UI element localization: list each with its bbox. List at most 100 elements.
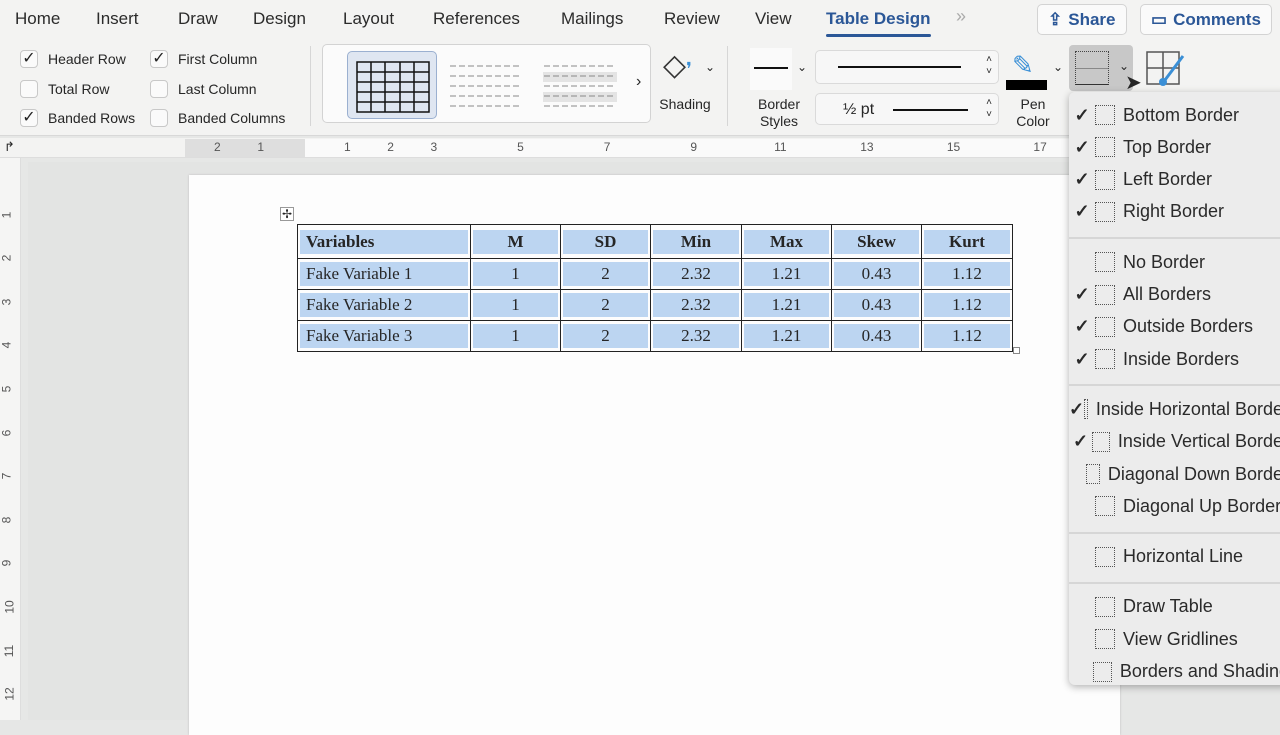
table-cell[interactable]: Skew [831, 224, 922, 259]
checkmark-icon: ✓ [1072, 431, 1089, 452]
cell-text: SD [563, 229, 648, 254]
menu-item-horizontal-line[interactable]: Horizontal Line [1069, 542, 1280, 572]
table-cell[interactable]: Variables [297, 224, 471, 259]
tab-home[interactable]: Home [15, 9, 60, 29]
table-cell[interactable]: Fake Variable 1 [297, 258, 471, 290]
shading-icon[interactable]: ◇❜ [663, 48, 692, 83]
table-cell[interactable]: Min [650, 224, 742, 259]
table-style-plain[interactable] [441, 51, 531, 119]
checkbox-label: Banded Columns [178, 110, 286, 126]
pen-color-button[interactable]: ✎ [1006, 50, 1048, 90]
pen-color-label: Pen Color [1016, 96, 1050, 129]
checkbox-total-row[interactable]: Total Row [20, 80, 109, 98]
menu-item-view-gridlines[interactable]: View Gridlines [1069, 624, 1280, 654]
cell-text: 2 [563, 293, 648, 317]
tab-draw[interactable]: Draw [178, 9, 218, 29]
checkbox-label: Total Row [48, 81, 110, 97]
tab-review[interactable]: Review [664, 9, 720, 29]
vertical-ruler[interactable]: 1 2 3 4 5 6 7 8 9 10 11 12 [0, 158, 21, 720]
table-cell[interactable]: Fake Variable 2 [297, 289, 471, 321]
checkbox-first-column[interactable]: ✓ First Column [150, 50, 257, 68]
menu-item-diagonal-up-border[interactable]: Diagonal Up Border [1069, 491, 1280, 521]
checkbox-banded-rows[interactable]: ✓ Banded Rows [20, 109, 135, 127]
tab-view[interactable]: View [755, 9, 792, 29]
table-cell[interactable]: 1.12 [921, 258, 1013, 290]
checkbox-banded-columns[interactable]: Banded Columns [150, 109, 285, 127]
tab-stop-icon[interactable]: ↱ [4, 139, 15, 155]
table-cell[interactable]: Max [741, 224, 832, 259]
data-table[interactable]: Variables M SD Min Max Skew Kurt Fake Variable … [297, 224, 1013, 352]
menu-item-top-border[interactable]: ✓ Top Border [1069, 132, 1280, 162]
table-cell[interactable]: 2 [560, 258, 651, 290]
table-cell[interactable]: Kurt [921, 224, 1013, 259]
checkbox-icon[interactable] [20, 80, 38, 98]
comments-button[interactable]: ▭ Comments [1140, 4, 1272, 35]
table-cell[interactable]: 2.32 [650, 320, 742, 352]
checkbox-header-row[interactable]: ✓ Header Row [20, 50, 126, 68]
more-tabs-icon[interactable]: » [956, 6, 966, 27]
border-styles-button[interactable] [750, 48, 792, 90]
table-cell[interactable]: SD [560, 224, 651, 259]
menu-item-inside-horizontal-border[interactable]: ✓ Inside Horizontal Border [1069, 394, 1280, 424]
borders-button[interactable]: ⌄ [1069, 45, 1133, 91]
checkbox-icon[interactable]: ✓ [150, 50, 168, 68]
table-cell[interactable]: 1.21 [741, 289, 832, 321]
table-cell[interactable]: 0.43 [831, 320, 922, 352]
menu-separator [1069, 237, 1280, 240]
tab-references[interactable]: References [433, 9, 520, 29]
menu-item-borders-and-shading[interactable]: Borders and Shading [1069, 657, 1280, 687]
menu-item-no-border[interactable]: No Border [1069, 247, 1280, 277]
table-style-grid[interactable] [347, 51, 437, 119]
divider [310, 46, 311, 126]
border-painter-icon[interactable] [1145, 50, 1185, 88]
chevron-down-icon[interactable]: ⌄ [797, 60, 807, 74]
table-cell[interactable]: 1 [470, 258, 561, 290]
menu-item-draw-table[interactable]: Draw Table [1069, 592, 1280, 622]
menu-item-right-border[interactable]: ✓ Right Border [1069, 197, 1280, 227]
table-cell[interactable]: 0.43 [831, 258, 922, 290]
share-button[interactable]: ⇪ Share [1037, 4, 1127, 35]
menu-item-diagonal-down-border[interactable]: Diagonal Down Border [1069, 459, 1280, 489]
table-move-handle[interactable]: ✢ [280, 207, 294, 221]
chevron-down-icon[interactable]: ⌄ [705, 60, 715, 74]
checkbox-icon[interactable] [150, 80, 168, 98]
checkbox-icon[interactable]: ✓ [20, 109, 38, 127]
menu-item-inside-borders[interactable]: ✓ Inside Borders [1069, 344, 1280, 374]
tab-layout[interactable]: Layout [343, 9, 394, 29]
menu-item-outside-borders[interactable]: ✓ Outside Borders [1069, 312, 1280, 342]
line-style-select[interactable]: ˄ ˅ [815, 50, 999, 84]
table-cell[interactable]: M [470, 224, 561, 259]
table-cell[interactable]: 1 [470, 289, 561, 321]
table-cell[interactable]: 2 [560, 289, 651, 321]
checkbox-last-column[interactable]: Last Column [150, 80, 257, 98]
table-cell[interactable]: Fake Variable 3 [297, 320, 471, 352]
table-style-banded[interactable] [535, 51, 625, 119]
tab-insert[interactable]: Insert [96, 9, 139, 29]
cell-text: 0.43 [834, 293, 919, 317]
tab-design[interactable]: Design [253, 9, 306, 29]
table-cell[interactable]: 1 [470, 320, 561, 352]
menu-item-left-border[interactable]: ✓ Left Border [1069, 165, 1280, 195]
menu-item-inside-vertical-border[interactable]: ✓ Inside Vertical Border [1069, 427, 1280, 457]
table-cell[interactable]: 2.32 [650, 258, 742, 290]
tab-mailings[interactable]: Mailings [561, 9, 623, 29]
chevron-down-icon[interactable]: ⌄ [1053, 60, 1063, 74]
table-cell[interactable]: 0.43 [831, 289, 922, 321]
tab-table-design[interactable]: Table Design [826, 9, 931, 37]
table-cell[interactable]: 1.21 [741, 320, 832, 352]
line-weight-select[interactable]: ½ pt ˄ ˅ [815, 93, 999, 125]
checkbox-icon[interactable]: ✓ [20, 50, 38, 68]
cell-text: 0.43 [834, 324, 919, 348]
table-cell[interactable]: 1.12 [921, 289, 1013, 321]
menu-item-all-borders[interactable]: ✓ All Borders [1069, 280, 1280, 310]
table-resize-handle[interactable] [1013, 347, 1020, 354]
gallery-next-icon[interactable]: › [636, 73, 641, 91]
checkbox-icon[interactable] [150, 109, 168, 127]
menu-item-bottom-border[interactable]: ✓ Bottom Border [1069, 100, 1280, 130]
table-cell[interactable]: 1.12 [921, 320, 1013, 352]
table-cell[interactable]: 2 [560, 320, 651, 352]
inside-vertical-border-icon [1091, 431, 1110, 452]
cell-text: 1.21 [744, 324, 829, 348]
table-cell[interactable]: 1.21 [741, 258, 832, 290]
table-cell[interactable]: 2.32 [650, 289, 742, 321]
